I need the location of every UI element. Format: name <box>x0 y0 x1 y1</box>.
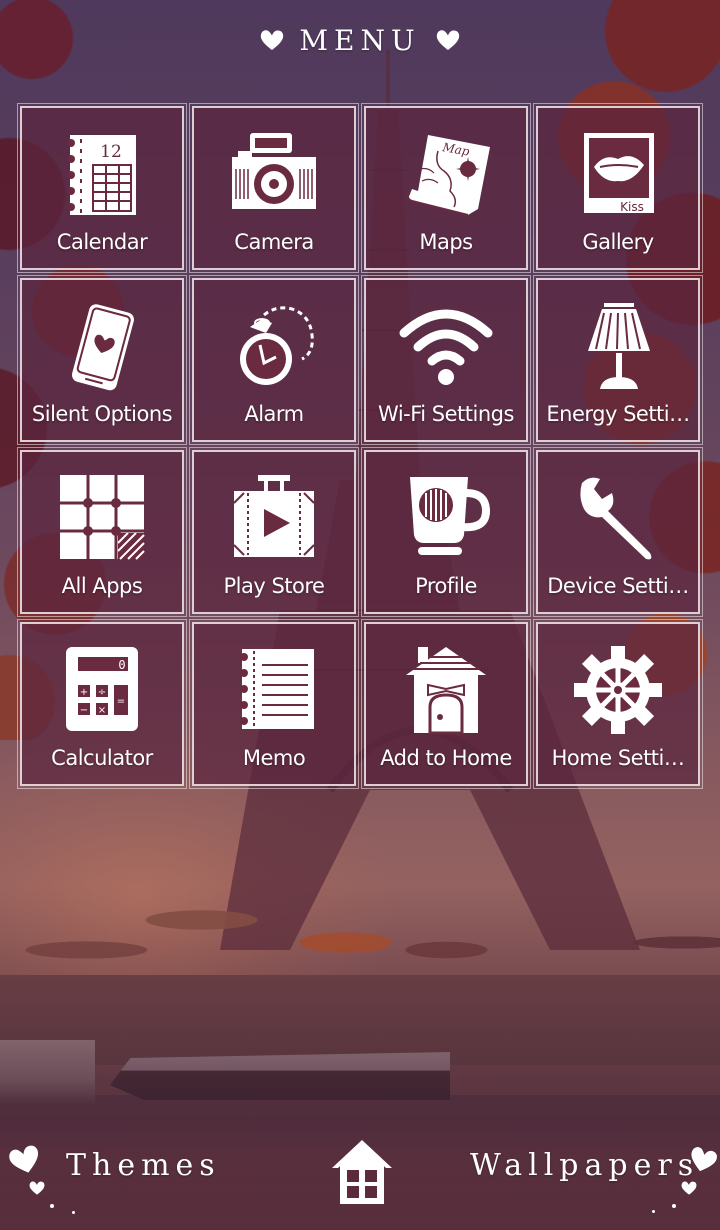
home-icon <box>332 1140 392 1204</box>
wrench-icon <box>568 472 668 564</box>
suitcase-play-icon <box>224 472 324 564</box>
heart-icon <box>691 1147 717 1172</box>
tile-alarm[interactable]: Alarm <box>189 275 359 445</box>
menu-header: MENU <box>0 18 720 62</box>
tile-device-settings[interactable]: Device Setti… <box>533 447 703 617</box>
phone-heart-icon <box>52 300 152 392</box>
svg-text:+: + <box>80 687 88 698</box>
coffee-cup-icon <box>396 472 496 564</box>
tile-label: Energy Setti… <box>546 402 690 426</box>
home-button[interactable] <box>330 1138 394 1206</box>
tile-label: Play Store <box>223 574 325 598</box>
tile-add-to-home[interactable]: Add to Home <box>361 619 531 789</box>
svg-text:=: = <box>117 696 125 707</box>
svg-text:÷: ÷ <box>98 687 106 698</box>
tile-play-store[interactable]: Play Store <box>189 447 359 617</box>
wallpapers-link[interactable]: Wallpapers <box>470 1148 699 1183</box>
kiss-text: Kiss <box>620 200 644 214</box>
map-scroll-icon: Map <box>396 128 496 220</box>
tile-label: Calendar <box>56 230 148 254</box>
tile-label: Maps <box>419 230 473 254</box>
tile-label: Alarm <box>244 402 304 426</box>
svg-text:×: × <box>98 705 106 716</box>
tile-profile[interactable]: Profile <box>361 447 531 617</box>
menu-grid: 12 Calendar Camera Map Maps Kiss Gallery… <box>17 103 703 789</box>
tile-camera[interactable]: Camera <box>189 103 359 273</box>
heart-icon <box>29 1181 45 1195</box>
page-title: MENU <box>299 23 421 57</box>
house-bow-icon <box>396 644 496 736</box>
lamp-icon <box>568 300 668 392</box>
tile-label: Camera <box>234 230 314 254</box>
tile-label: Home Setti… <box>551 746 685 770</box>
themes-link[interactable]: Themes <box>66 1148 221 1183</box>
kiss-photo-icon: Kiss <box>568 128 668 220</box>
tile-label: Calculator <box>51 746 153 770</box>
gear-icon <box>568 644 668 736</box>
tile-all-apps[interactable]: All Apps <box>17 447 187 617</box>
tile-calendar[interactable]: 12 Calendar <box>17 103 187 273</box>
decoration-dot <box>652 1210 655 1213</box>
tile-label: Gallery <box>582 230 654 254</box>
tile-calculator[interactable]: 0 + ÷ − × = Calculator <box>17 619 187 789</box>
tile-label: All Apps <box>61 574 143 598</box>
tile-label: Silent Options <box>31 402 173 426</box>
decoration-dot <box>50 1204 54 1208</box>
camera-icon <box>224 128 324 220</box>
tile-home-settings[interactable]: Home Setti… <box>533 619 703 789</box>
grid-apps-icon <box>52 472 152 564</box>
tile-label: Add to Home <box>380 746 512 770</box>
heart-icon <box>681 1181 697 1195</box>
calendar-icon: 12 <box>52 128 152 220</box>
heart-icon <box>9 1145 39 1173</box>
heart-icon <box>436 30 459 50</box>
calendar-day-text: 12 <box>100 142 122 162</box>
tile-label: Memo <box>242 746 306 770</box>
calculator-display-text: 0 <box>118 658 125 672</box>
decoration-dot <box>72 1211 75 1214</box>
tile-memo[interactable]: Memo <box>189 619 359 789</box>
tile-energy-settings[interactable]: Energy Setti… <box>533 275 703 445</box>
tile-silent-options[interactable]: Silent Options <box>17 275 187 445</box>
tile-gallery[interactable]: Kiss Gallery <box>533 103 703 273</box>
stopwatch-icon <box>224 300 324 392</box>
heart-icon <box>261 30 284 50</box>
tile-label: Device Setti… <box>547 574 689 598</box>
svg-text:−: − <box>80 705 88 716</box>
tile-maps[interactable]: Map Maps <box>361 103 531 273</box>
tile-label: Profile <box>415 574 477 598</box>
notepad-icon <box>224 644 324 736</box>
calculator-icon: 0 + ÷ − × = <box>52 644 152 736</box>
decoration-dot <box>672 1204 676 1208</box>
tile-label: Wi-Fi Settings <box>378 402 514 426</box>
tile-wifi-settings[interactable]: Wi-Fi Settings <box>361 275 531 445</box>
wifi-icon <box>396 300 496 392</box>
